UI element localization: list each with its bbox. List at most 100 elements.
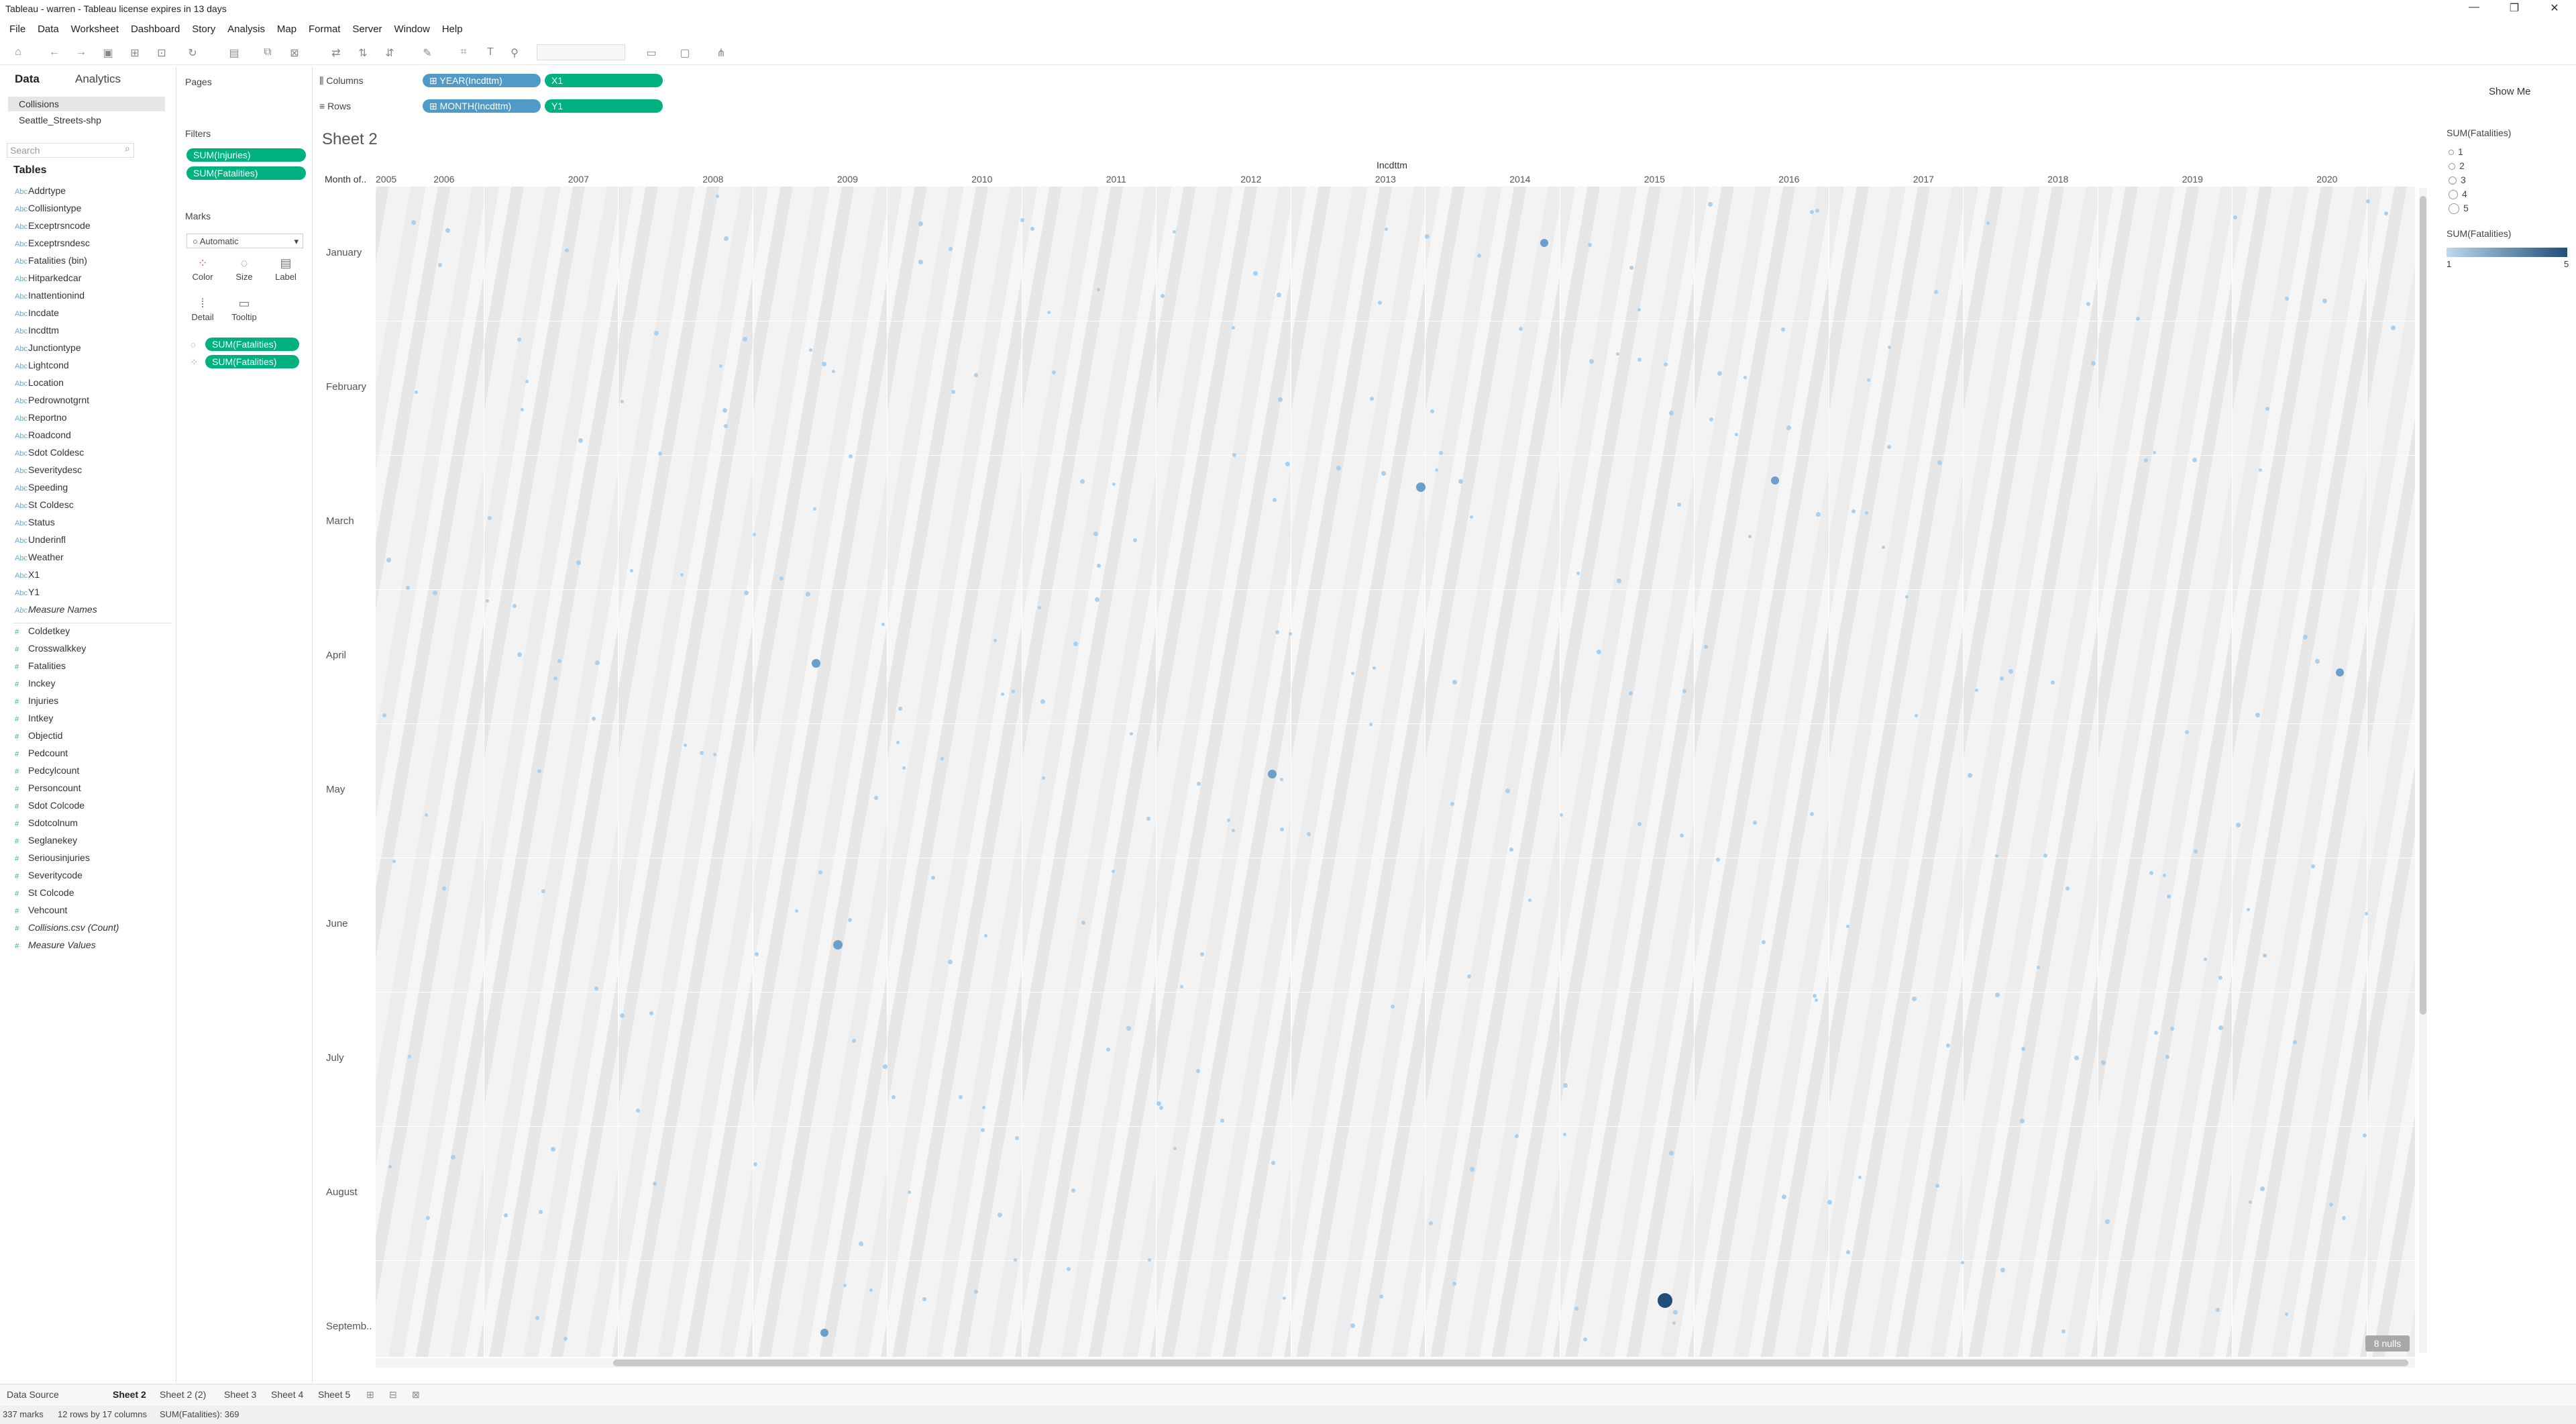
field-dimension[interactable]: AbcSt Coldesc [15, 499, 74, 510]
collision-mark[interactable] [426, 1216, 430, 1220]
collision-mark[interactable] [1112, 870, 1115, 873]
collision-mark[interactable] [486, 599, 489, 603]
collision-mark[interactable] [713, 753, 716, 756]
collision-mark[interactable] [1781, 327, 1785, 332]
collision-mark[interactable] [744, 591, 749, 595]
collision-mark[interactable] [408, 1055, 411, 1058]
collision-mark[interactable] [433, 591, 437, 595]
field-dimension[interactable]: AbcWeather [15, 552, 64, 562]
redo-icon[interactable]: → [74, 46, 89, 58]
collision-mark[interactable] [1629, 691, 1633, 695]
collision-mark[interactable] [1385, 227, 1388, 231]
collision-mark[interactable] [1458, 479, 1463, 484]
field-measure[interactable]: # Coldetkey [15, 625, 70, 636]
field-measure[interactable]: # Severitycode [15, 870, 83, 880]
collision-mark[interactable] [1588, 243, 1592, 247]
menu-story[interactable]: Story [192, 23, 215, 35]
menu-map[interactable]: Map [277, 23, 297, 35]
collision-mark[interactable] [386, 558, 391, 562]
collision-mark[interactable] [1232, 453, 1236, 457]
vertical-scroll-thumb[interactable] [2420, 196, 2426, 1015]
collision-mark[interactable] [1336, 466, 1341, 470]
collision-mark[interactable] [504, 1213, 508, 1217]
collision-mark[interactable] [1638, 358, 1642, 362]
collision-mark[interactable] [994, 639, 997, 642]
tab-sheet-2-copy[interactable]: Sheet 2 (2) [160, 1389, 206, 1400]
collision-mark[interactable] [1846, 1250, 1850, 1254]
collision-mark[interactable] [918, 221, 923, 226]
collision-mark[interactable] [1012, 690, 1015, 693]
collision-mark[interactable] [1452, 680, 1457, 684]
collision-mark[interactable] [1278, 397, 1283, 402]
minimize-icon[interactable]: — [2461, 1, 2487, 13]
collision-mark[interactable] [2037, 966, 2040, 969]
collision-mark[interactable] [680, 573, 684, 576]
collision-mark[interactable] [411, 220, 416, 225]
collision-mark[interactable] [1673, 1310, 1678, 1315]
collision-mark[interactable] [2329, 1203, 2333, 1207]
collision-mark[interactable] [1672, 1321, 1676, 1325]
collision-mark[interactable] [1133, 538, 1137, 542]
field-dimension[interactable]: AbcRoadcond [15, 429, 71, 440]
collision-mark[interactable] [1416, 482, 1426, 492]
collision-mark[interactable] [1669, 1151, 1674, 1156]
collision-mark[interactable] [755, 952, 759, 956]
collision-mark[interactable] [1827, 1200, 1832, 1205]
collision-mark[interactable] [2218, 1025, 2223, 1030]
field-search-input[interactable]: Search [7, 143, 134, 158]
collision-mark[interactable] [984, 934, 987, 937]
collision-mark[interactable] [2074, 1056, 2079, 1060]
collision-mark[interactable] [1735, 433, 1738, 436]
collision-mark[interactable] [1888, 346, 1891, 349]
collision-mark[interactable] [1435, 468, 1438, 472]
collision-mark[interactable] [1130, 732, 1133, 735]
collision-mark[interactable] [1786, 425, 1791, 430]
collision-mark[interactable] [1157, 1101, 1161, 1106]
collision-mark[interactable] [1470, 1167, 1474, 1172]
collision-mark[interactable] [392, 860, 396, 863]
rows-pill-y1[interactable]: Y1 [545, 99, 663, 113]
collision-mark[interactable] [1112, 482, 1116, 486]
label-icon[interactable]: T [483, 46, 498, 58]
collision-mark[interactable] [1771, 476, 1779, 485]
collision-mark[interactable] [806, 592, 810, 597]
collision-mark[interactable] [998, 1213, 1002, 1217]
collision-mark[interactable] [2105, 1219, 2110, 1224]
collision-mark[interactable] [974, 1290, 978, 1294]
collision-mark[interactable] [1038, 606, 1041, 609]
collision-mark[interactable] [848, 918, 852, 922]
size-button[interactable]: ◌ Size [226, 256, 262, 282]
collision-mark[interactable] [1071, 1188, 1075, 1192]
collision-mark[interactable] [1047, 311, 1051, 314]
field-dimension[interactable]: AbcLightcond [15, 360, 69, 370]
rows-pill-month[interactable]: ⊞ MONTH(Incdttm) [423, 99, 541, 113]
field-dimension[interactable]: AbcIncdate [15, 307, 59, 318]
collision-mark[interactable] [2285, 297, 2289, 301]
field-dimension[interactable]: AbcAddrtype [15, 185, 66, 196]
collision-mark[interactable] [1067, 1267, 1071, 1271]
collision-mark[interactable] [1148, 1258, 1151, 1262]
save-icon[interactable]: ▣ [101, 46, 115, 60]
collision-mark[interactable] [406, 586, 410, 590]
filter-pill-injuries[interactable]: SUM(Injuries) [186, 148, 306, 162]
collision-mark[interactable] [959, 1095, 963, 1099]
field-measure[interactable]: # Sdot Colcode [15, 800, 85, 811]
field-measure[interactable]: # Seriousinjuries [15, 852, 90, 863]
mark-type-dropdown[interactable]: ○ Automatic ▾ [186, 234, 303, 248]
field-measure[interactable]: # Pedcount [15, 748, 68, 758]
collision-mark[interactable] [1677, 503, 1681, 507]
collision-mark[interactable] [743, 337, 747, 342]
collision-mark[interactable] [1307, 832, 1311, 836]
collision-mark[interactable] [2101, 1060, 2106, 1065]
field-measure[interactable]: # Measure Values [15, 939, 96, 950]
menu-server[interactable]: Server [352, 23, 382, 35]
collision-mark[interactable] [700, 751, 704, 755]
collision-mark[interactable] [1815, 209, 1819, 213]
collision-mark[interactable] [1629, 266, 1633, 270]
collision-mark[interactable] [451, 1155, 455, 1160]
collision-mark[interactable] [1253, 271, 1258, 276]
collision-mark[interactable] [981, 1128, 985, 1132]
field-dimension[interactable]: AbcHitparkedcar [15, 272, 81, 283]
collision-mark[interactable] [1753, 821, 1757, 825]
collision-mark[interactable] [1716, 858, 1720, 862]
